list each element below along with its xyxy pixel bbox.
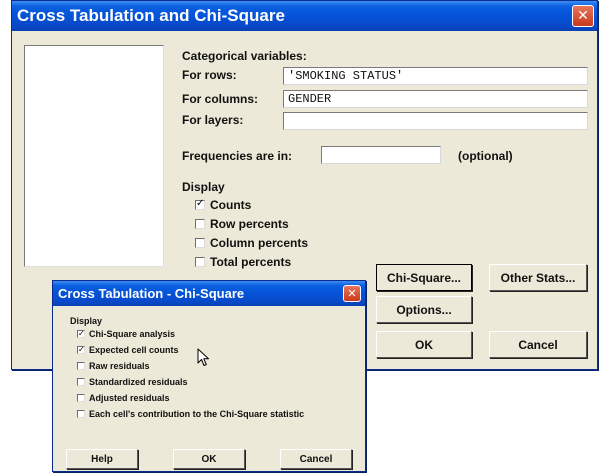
subdialog-title: Cross Tabulation - Chi-Square (58, 286, 245, 301)
chi-square-button[interactable]: Chi-Square... (376, 264, 472, 291)
rows-field[interactable]: 'SMOKING STATUS' (283, 67, 588, 85)
subdialog-close-button[interactable]: ✕ (343, 285, 361, 302)
expected-cell-counts-label: Expected cell counts (89, 345, 179, 355)
chi-square-subdialog: Cross Tabulation - Chi-Square ✕ Display … (52, 280, 366, 472)
rows-label: For rows: (182, 68, 237, 82)
checkbox-checked-icon (195, 198, 205, 210)
title-bar[interactable]: Cross Tabulation and Chi-Square ✕ (12, 1, 597, 31)
subdialog-ok-button[interactable]: OK (173, 449, 245, 469)
dialog-title: Cross Tabulation and Chi-Square (17, 6, 285, 25)
checkbox-icon (77, 362, 85, 370)
options-button[interactable]: Options... (376, 296, 472, 323)
counts-checkbox[interactable]: Counts (195, 198, 251, 212)
subdialog-cancel-button[interactable]: Cancel (280, 449, 352, 469)
subdialog-display-label: Display (70, 316, 103, 326)
raw-residuals-label: Raw residuals (89, 361, 150, 371)
layers-label: For layers: (182, 113, 244, 127)
column-percents-checkbox[interactable]: Column percents (195, 236, 308, 250)
adjusted-residuals-checkbox[interactable]: Adjusted residuals (77, 393, 170, 403)
checkbox-icon (195, 219, 205, 229)
categorical-variables-label: Categorical variables: (182, 49, 307, 63)
chi-square-analysis-checkbox[interactable]: Chi-Square analysis (77, 328, 176, 340)
checkbox-icon (195, 257, 205, 267)
checkbox-icon (77, 410, 85, 418)
standardized-residuals-label: Standardized residuals (89, 377, 188, 387)
cell-contribution-label: Each cell's contribution to the Chi-Squa… (89, 409, 305, 419)
close-button[interactable]: ✕ (572, 5, 594, 27)
checkbox-icon (77, 378, 85, 386)
help-button[interactable]: Help (66, 449, 138, 469)
checkbox-checked-icon (77, 344, 85, 356)
checkbox-icon (77, 394, 85, 402)
row-percents-checkbox[interactable]: Row percents (195, 217, 289, 231)
cancel-button[interactable]: Cancel (489, 331, 587, 358)
checkbox-checked-icon (77, 328, 85, 340)
other-stats-button[interactable]: Other Stats... (489, 264, 587, 291)
standardized-residuals-checkbox[interactable]: Standardized residuals (77, 377, 188, 387)
checkbox-icon (195, 238, 205, 248)
mouse-pointer-icon (197, 348, 209, 366)
row-percents-label: Row percents (210, 217, 289, 231)
frequencies-label: Frequencies are in: (182, 149, 293, 163)
counts-label: Counts (210, 198, 252, 212)
optional-label: (optional) (458, 149, 513, 163)
close-icon: ✕ (577, 8, 589, 24)
columns-field[interactable]: GENDER (283, 90, 588, 108)
display-label: Display (182, 180, 225, 194)
layers-field[interactable] (283, 112, 588, 130)
variables-listbox[interactable] (24, 45, 164, 267)
adjusted-residuals-label: Adjusted residuals (89, 393, 170, 403)
cell-contribution-checkbox[interactable]: Each cell's contribution to the Chi-Squa… (77, 409, 304, 419)
columns-label: For columns: (182, 92, 259, 106)
ok-button[interactable]: OK (376, 331, 472, 358)
total-percents-label: Total percents (210, 255, 292, 269)
column-percents-label: Column percents (210, 236, 309, 250)
raw-residuals-checkbox[interactable]: Raw residuals (77, 361, 150, 371)
chi-square-analysis-label: Chi-Square analysis (89, 329, 176, 339)
subdialog-title-bar[interactable]: Cross Tabulation - Chi-Square ✕ (53, 281, 365, 306)
frequencies-field[interactable] (321, 146, 441, 164)
total-percents-checkbox[interactable]: Total percents (195, 255, 291, 269)
close-icon: ✕ (347, 287, 357, 300)
expected-cell-counts-checkbox[interactable]: Expected cell counts (77, 344, 179, 356)
